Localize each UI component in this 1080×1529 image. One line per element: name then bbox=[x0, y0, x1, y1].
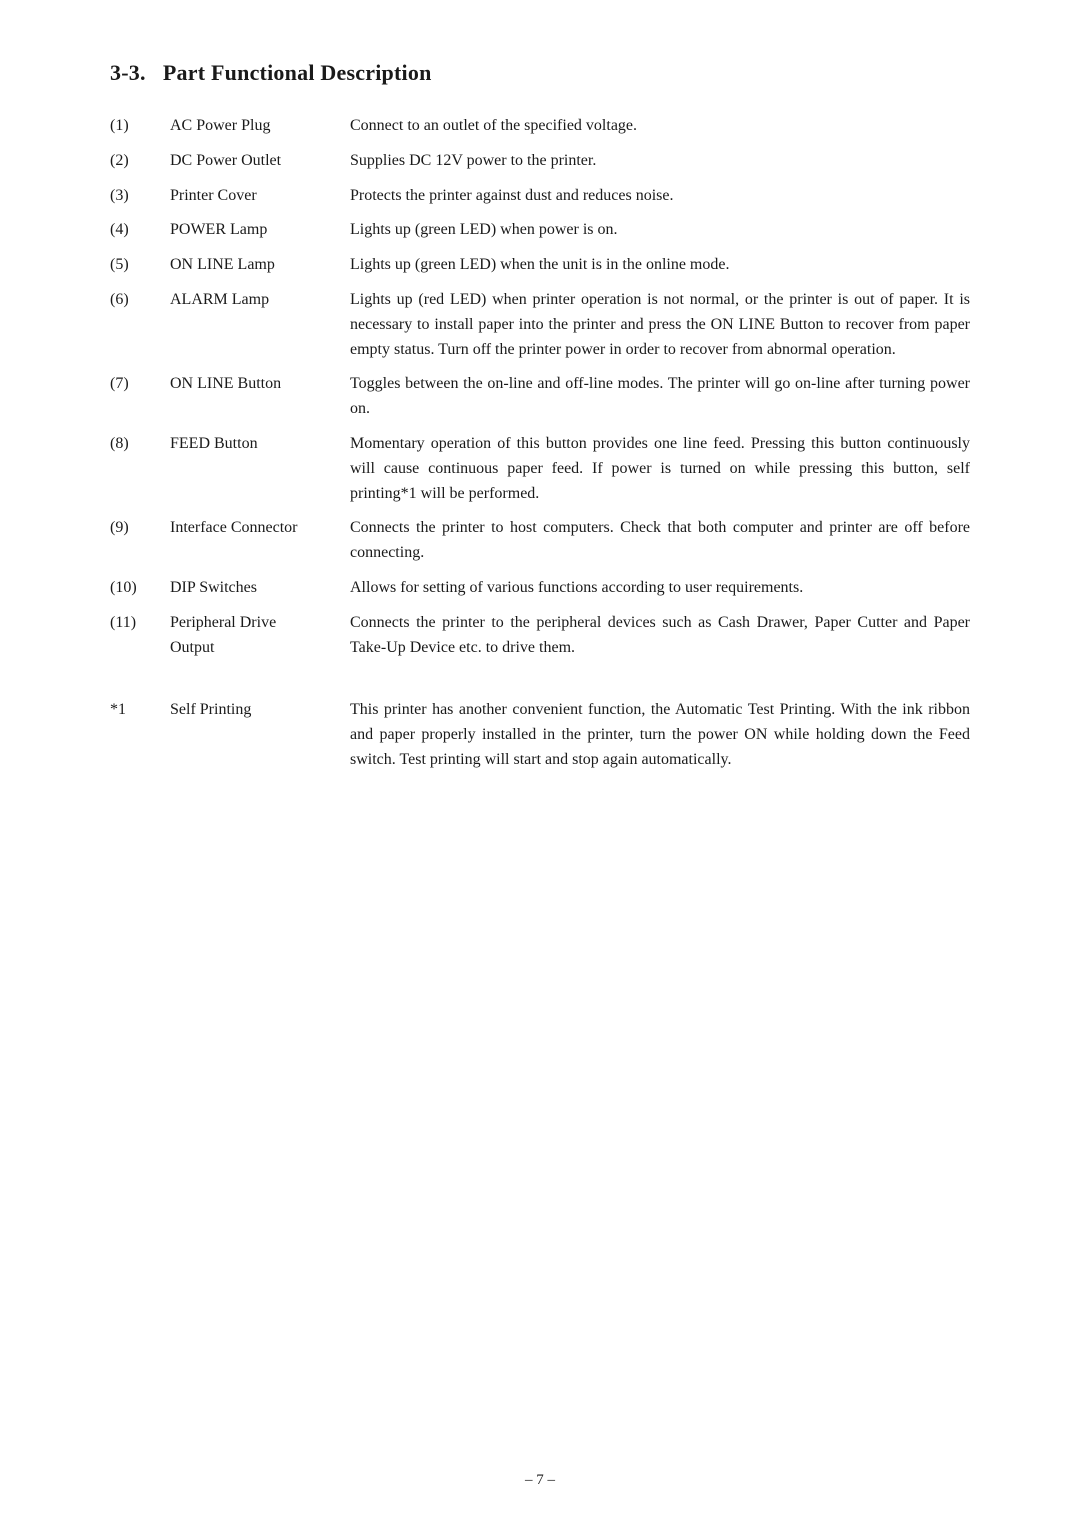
items-table: (1)AC Power PlugConnect to an outlet of … bbox=[110, 114, 970, 670]
footnote-num: *1 bbox=[110, 698, 170, 723]
item-desc: Lights up (green LED) when power is on. bbox=[350, 218, 970, 253]
item-name: DC Power Outlet bbox=[170, 149, 350, 184]
item-num: (3) bbox=[110, 184, 170, 219]
item-desc: Connect to an outlet of the specified vo… bbox=[350, 114, 970, 149]
item-name: AC Power Plug bbox=[170, 114, 350, 149]
item-desc: Connects the printer to host computers. … bbox=[350, 516, 970, 576]
item-name: DIP Switches bbox=[170, 576, 350, 611]
table-row: (6)ALARM LampLights up (red LED) when pr… bbox=[110, 288, 970, 372]
table-row: (2)DC Power OutletSupplies DC 12V power … bbox=[110, 149, 970, 184]
footnote-section: *1 Self Printing This printer has anothe… bbox=[110, 698, 970, 772]
table-row: (5)ON LINE LampLights up (green LED) whe… bbox=[110, 253, 970, 288]
table-row: (7)ON LINE ButtonToggles between the on-… bbox=[110, 372, 970, 432]
item-num: (1) bbox=[110, 114, 170, 149]
item-desc: Allows for setting of various functions … bbox=[350, 576, 970, 611]
table-row: (9)Interface ConnectorConnects the print… bbox=[110, 516, 970, 576]
table-row: (4)POWER LampLights up (green LED) when … bbox=[110, 218, 970, 253]
item-name: ON LINE Lamp bbox=[170, 253, 350, 288]
section-title: 3-3. Part Functional Description bbox=[110, 60, 970, 86]
footnote-desc: This printer has another convenient func… bbox=[350, 698, 970, 772]
item-name: Interface Connector bbox=[170, 516, 350, 576]
footnote-label: Self Printing bbox=[170, 698, 350, 723]
item-desc: Toggles between the on-line and off-line… bbox=[350, 372, 970, 432]
item-num: (2) bbox=[110, 149, 170, 184]
item-name: FEED Button bbox=[170, 432, 350, 516]
item-num: (11) bbox=[110, 611, 170, 671]
table-row: (10)DIP SwitchesAllows for setting of va… bbox=[110, 576, 970, 611]
item-desc: Connects the printer to the peripheral d… bbox=[350, 611, 970, 671]
item-name: POWER Lamp bbox=[170, 218, 350, 253]
item-num: (6) bbox=[110, 288, 170, 372]
item-desc: Protects the printer against dust and re… bbox=[350, 184, 970, 219]
table-row: (3)Printer CoverProtects the printer aga… bbox=[110, 184, 970, 219]
item-num: (10) bbox=[110, 576, 170, 611]
item-name: Printer Cover bbox=[170, 184, 350, 219]
item-num: (7) bbox=[110, 372, 170, 432]
item-num: (8) bbox=[110, 432, 170, 516]
table-row: (1)AC Power PlugConnect to an outlet of … bbox=[110, 114, 970, 149]
item-desc: Momentary operation of this button provi… bbox=[350, 432, 970, 516]
item-num: (9) bbox=[110, 516, 170, 576]
item-desc: Lights up (red LED) when printer operati… bbox=[350, 288, 970, 372]
item-desc: Supplies DC 12V power to the printer. bbox=[350, 149, 970, 184]
page: 3-3. Part Functional Description (1)AC P… bbox=[110, 0, 970, 1529]
item-num: (5) bbox=[110, 253, 170, 288]
item-num: (4) bbox=[110, 218, 170, 253]
item-desc: Lights up (green LED) when the unit is i… bbox=[350, 253, 970, 288]
footnote-row: *1 Self Printing This printer has anothe… bbox=[110, 698, 970, 772]
page-footer: – 7 – bbox=[110, 1472, 970, 1489]
item-name: ALARM Lamp bbox=[170, 288, 350, 372]
item-name: ON LINE Button bbox=[170, 372, 350, 432]
table-row: (11)Peripheral DriveOutputConnects the p… bbox=[110, 611, 970, 671]
item-name: Peripheral DriveOutput bbox=[170, 611, 350, 671]
table-row: (8)FEED ButtonMomentary operation of thi… bbox=[110, 432, 970, 516]
